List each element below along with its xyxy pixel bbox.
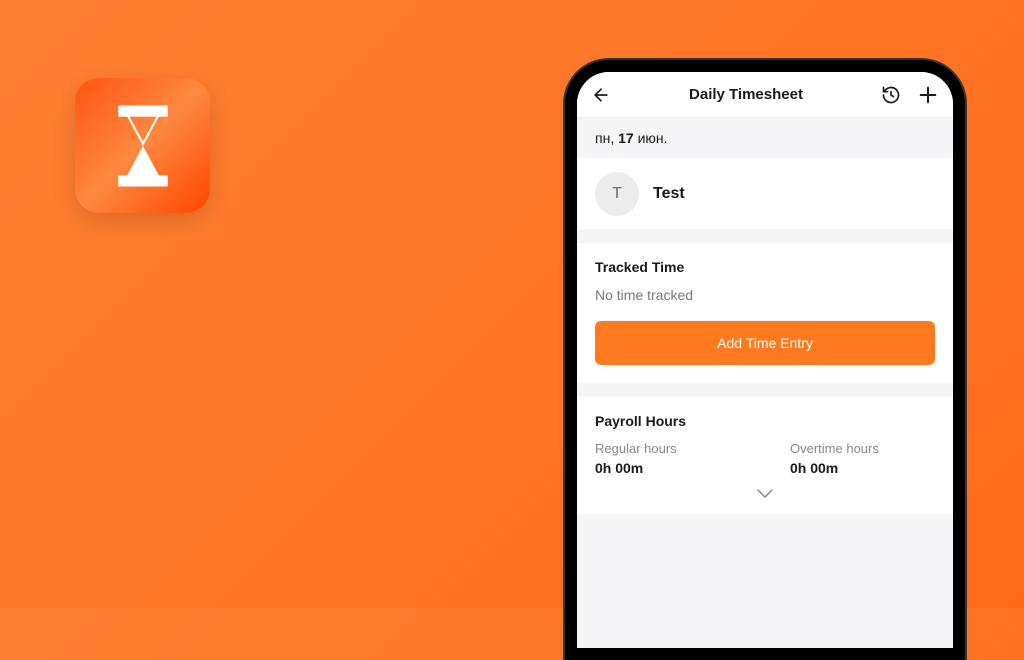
date-day: 17 xyxy=(618,130,634,146)
app-header: Daily Timesheet xyxy=(577,72,953,118)
profile-section[interactable]: T Test xyxy=(577,158,953,231)
regular-hours-value: 0h 00m xyxy=(595,460,740,476)
overtime-hours-value: 0h 00m xyxy=(790,460,935,476)
expand-payroll-button[interactable] xyxy=(595,476,935,504)
avatar: T xyxy=(595,172,639,216)
hourglass-icon xyxy=(108,101,178,191)
avatar-initial: T xyxy=(612,185,622,203)
app-logo xyxy=(75,78,210,213)
tracked-time-title: Tracked Time xyxy=(595,259,935,275)
history-icon xyxy=(881,85,901,105)
regular-hours: Regular hours 0h 00m xyxy=(595,441,740,476)
phone-frame: Daily Timesheet пн, 17 ию xyxy=(565,60,965,660)
overtime-hours-label: Overtime hours xyxy=(790,441,935,456)
chevron-down-icon xyxy=(756,488,774,500)
no-time-message: No time tracked xyxy=(595,287,935,303)
profile-name: Test xyxy=(653,185,685,203)
overtime-hours: Overtime hours 0h 00m xyxy=(790,441,935,476)
add-time-entry-button[interactable]: Add Time Entry xyxy=(595,321,935,365)
date-month: июн. xyxy=(638,130,668,146)
back-button[interactable] xyxy=(591,85,611,105)
payroll-hours-section: Payroll Hours Regular hours 0h 00m Overt… xyxy=(577,397,953,514)
date-weekday: пн, xyxy=(595,130,614,146)
history-button[interactable] xyxy=(881,85,901,105)
date-bar: пн, 17 июн. xyxy=(577,118,953,158)
add-button[interactable] xyxy=(917,84,939,106)
arrow-left-icon xyxy=(591,85,611,105)
page-title: Daily Timesheet xyxy=(689,86,803,103)
phone-screen: Daily Timesheet пн, 17 ию xyxy=(577,72,953,648)
plus-icon xyxy=(917,84,939,106)
regular-hours-label: Regular hours xyxy=(595,441,740,456)
tracked-time-section: Tracked Time No time tracked Add Time En… xyxy=(577,243,953,383)
payroll-title: Payroll Hours xyxy=(595,413,935,429)
